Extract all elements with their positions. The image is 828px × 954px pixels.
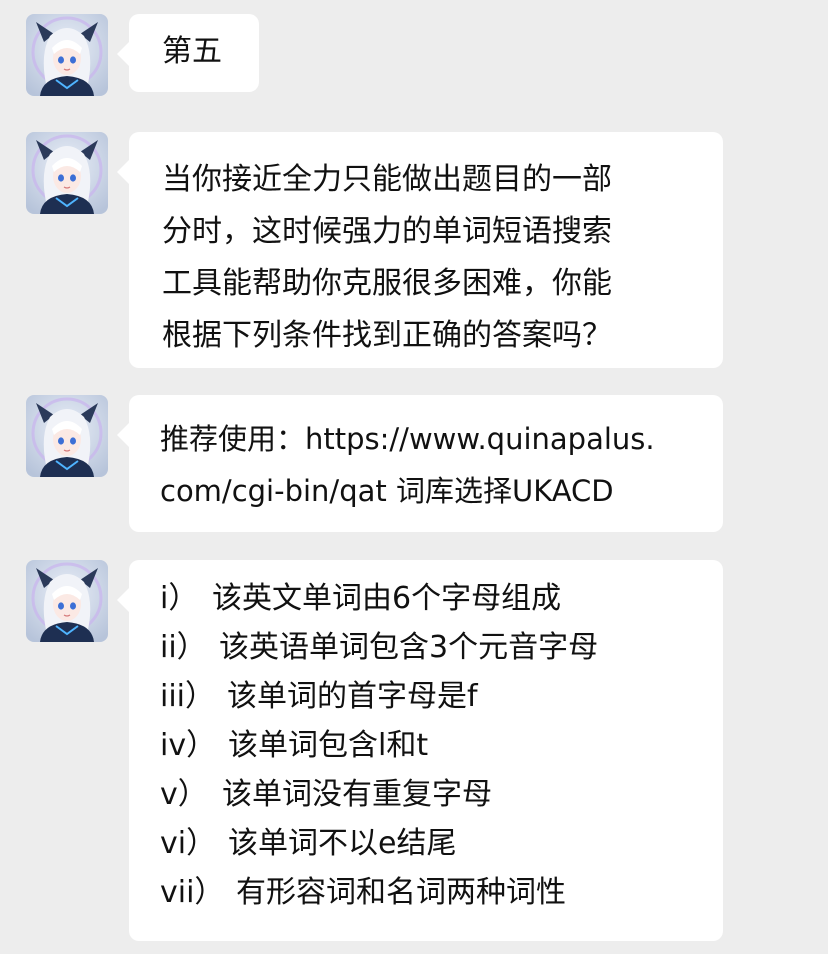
avatar-icon[interactable] [26, 395, 108, 477]
message-bubble[interactable]: i） 该英文单词由6个字母组成 ii） 该英语单词包含3个元音字母 iii） 该单词的… [117, 560, 723, 941]
message-text-line: 当你接近全力只能做出题目的一部 [162, 162, 612, 197]
message-bubble[interactable]: 推荐使用：https://www.quinapalus. com/cgi-bin… [117, 395, 723, 532]
message-text-line: com/cgi-bin/qat 词库选择UKACD [160, 474, 614, 508]
list-item: ii） 该英语单词包含3个元音字母 [160, 623, 723, 672]
avatar-icon[interactable] [26, 14, 108, 96]
message-text-line: 根据下列条件找到正确的答案吗？ [162, 318, 612, 353]
list-item-number: iv） [160, 728, 217, 763]
list-item-text: 该单词没有重复字母 [222, 777, 492, 812]
list-item-text: 该英语单词包含3个元音字母 [219, 630, 599, 665]
message-bubble[interactable]: 当你接近全力只能做出题目的一部 分时，这时候强力的单词短语搜索 工具能帮助你克服… [117, 132, 723, 368]
list-item: v） 该单词没有重复字母 [160, 770, 723, 819]
list-item-number: i） [160, 581, 199, 616]
avatar-icon[interactable] [26, 560, 108, 642]
chat-area: 第五 当你接近全力只能做出题目的一部 分时，这时候强力的单词短语搜索 工具能帮助… [0, 0, 828, 954]
list-item: vi） 该单词不以e结尾 [160, 819, 723, 868]
list-item-text: 该单词包含l和t [228, 728, 429, 763]
list-item-number: v） [160, 777, 208, 812]
list-item: iii） 该单词的首字母是f [160, 672, 723, 721]
message-text-line: 推荐使用：https://www.quinapalus. [160, 422, 655, 456]
message-text: 第五 [162, 34, 222, 69]
list-item: iv） 该单词包含l和t [160, 721, 723, 770]
list-item-number: vii） [160, 875, 225, 910]
list-item: i） 该英文单词由6个字母组成 [160, 574, 723, 623]
list-item-text: 该英文单词由6个字母组成 [212, 581, 562, 616]
list-item-text: 该单词不以e结尾 [228, 826, 457, 861]
avatar-icon[interactable] [26, 132, 108, 214]
list-item-number: iii） [160, 679, 216, 714]
message-text-line: 工具能帮助你克服很多困难，你能 [162, 266, 612, 301]
list-item-number: ii） [160, 630, 207, 665]
message-bubble[interactable]: 第五 [117, 14, 259, 92]
list-item: vii） 有形容词和名词两种词性 [160, 868, 723, 917]
list-item-number: vi） [160, 826, 217, 861]
message-text-line: 分时，这时候强力的单词短语搜索 [162, 214, 612, 249]
list-item-text: 该单词的首字母是f [227, 679, 478, 714]
list-item-text: 有形容词和名词两种词性 [236, 875, 566, 910]
